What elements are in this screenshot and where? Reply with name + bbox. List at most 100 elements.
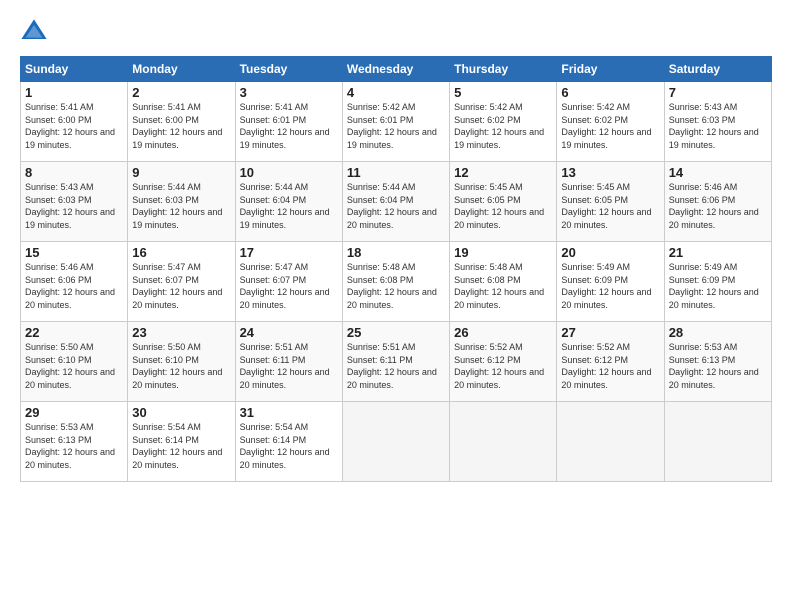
day-info: Sunrise: 5:50 AMSunset: 6:10 PMDaylight:… xyxy=(25,342,115,390)
day-number: 10 xyxy=(240,165,338,180)
day-info: Sunrise: 5:51 AMSunset: 6:11 PMDaylight:… xyxy=(347,342,437,390)
day-info: Sunrise: 5:53 AMSunset: 6:13 PMDaylight:… xyxy=(669,342,759,390)
calendar-cell: 10 Sunrise: 5:44 AMSunset: 6:04 PMDaylig… xyxy=(235,162,342,242)
calendar-cell: 1 Sunrise: 5:41 AMSunset: 6:00 PMDayligh… xyxy=(21,82,128,162)
day-info: Sunrise: 5:48 AMSunset: 6:08 PMDaylight:… xyxy=(347,262,437,310)
day-number: 14 xyxy=(669,165,767,180)
day-info: Sunrise: 5:48 AMSunset: 6:08 PMDaylight:… xyxy=(454,262,544,310)
day-number: 23 xyxy=(132,325,230,340)
day-number: 4 xyxy=(347,85,445,100)
day-info: Sunrise: 5:46 AMSunset: 6:06 PMDaylight:… xyxy=(669,182,759,230)
header-saturday: Saturday xyxy=(664,57,771,82)
week-row-3: 22 Sunrise: 5:50 AMSunset: 6:10 PMDaylig… xyxy=(21,322,772,402)
calendar-cell: 17 Sunrise: 5:47 AMSunset: 6:07 PMDaylig… xyxy=(235,242,342,322)
calendar-cell: 27 Sunrise: 5:52 AMSunset: 6:12 PMDaylig… xyxy=(557,322,664,402)
day-info: Sunrise: 5:42 AMSunset: 6:02 PMDaylight:… xyxy=(454,102,544,150)
calendar-cell: 23 Sunrise: 5:50 AMSunset: 6:10 PMDaylig… xyxy=(128,322,235,402)
day-number: 24 xyxy=(240,325,338,340)
day-info: Sunrise: 5:44 AMSunset: 6:03 PMDaylight:… xyxy=(132,182,222,230)
calendar-table: SundayMondayTuesdayWednesdayThursdayFrid… xyxy=(20,56,772,482)
day-number: 6 xyxy=(561,85,659,100)
day-info: Sunrise: 5:54 AMSunset: 6:14 PMDaylight:… xyxy=(132,422,222,470)
day-info: Sunrise: 5:45 AMSunset: 6:05 PMDaylight:… xyxy=(454,182,544,230)
calendar-cell xyxy=(557,402,664,482)
calendar-cell: 16 Sunrise: 5:47 AMSunset: 6:07 PMDaylig… xyxy=(128,242,235,322)
calendar-cell xyxy=(450,402,557,482)
day-info: Sunrise: 5:47 AMSunset: 6:07 PMDaylight:… xyxy=(132,262,222,310)
calendar-cell: 26 Sunrise: 5:52 AMSunset: 6:12 PMDaylig… xyxy=(450,322,557,402)
calendar-cell: 8 Sunrise: 5:43 AMSunset: 6:03 PMDayligh… xyxy=(21,162,128,242)
day-info: Sunrise: 5:41 AMSunset: 6:00 PMDaylight:… xyxy=(132,102,222,150)
calendar-cell xyxy=(664,402,771,482)
day-info: Sunrise: 5:41 AMSunset: 6:00 PMDaylight:… xyxy=(25,102,115,150)
logo-icon xyxy=(20,18,48,46)
header-friday: Friday xyxy=(557,57,664,82)
calendar-cell: 20 Sunrise: 5:49 AMSunset: 6:09 PMDaylig… xyxy=(557,242,664,322)
day-number: 30 xyxy=(132,405,230,420)
day-info: Sunrise: 5:49 AMSunset: 6:09 PMDaylight:… xyxy=(561,262,651,310)
header-monday: Monday xyxy=(128,57,235,82)
calendar-cell: 19 Sunrise: 5:48 AMSunset: 6:08 PMDaylig… xyxy=(450,242,557,322)
day-number: 9 xyxy=(132,165,230,180)
calendar-cell: 5 Sunrise: 5:42 AMSunset: 6:02 PMDayligh… xyxy=(450,82,557,162)
day-info: Sunrise: 5:53 AMSunset: 6:13 PMDaylight:… xyxy=(25,422,115,470)
day-info: Sunrise: 5:43 AMSunset: 6:03 PMDaylight:… xyxy=(25,182,115,230)
day-number: 1 xyxy=(25,85,123,100)
day-number: 17 xyxy=(240,245,338,260)
day-info: Sunrise: 5:47 AMSunset: 6:07 PMDaylight:… xyxy=(240,262,330,310)
page: SundayMondayTuesdayWednesdayThursdayFrid… xyxy=(0,0,792,612)
day-number: 21 xyxy=(669,245,767,260)
calendar-cell: 3 Sunrise: 5:41 AMSunset: 6:01 PMDayligh… xyxy=(235,82,342,162)
calendar-cell: 28 Sunrise: 5:53 AMSunset: 6:13 PMDaylig… xyxy=(664,322,771,402)
day-info: Sunrise: 5:52 AMSunset: 6:12 PMDaylight:… xyxy=(454,342,544,390)
day-info: Sunrise: 5:44 AMSunset: 6:04 PMDaylight:… xyxy=(240,182,330,230)
calendar-cell: 30 Sunrise: 5:54 AMSunset: 6:14 PMDaylig… xyxy=(128,402,235,482)
day-info: Sunrise: 5:43 AMSunset: 6:03 PMDaylight:… xyxy=(669,102,759,150)
day-info: Sunrise: 5:54 AMSunset: 6:14 PMDaylight:… xyxy=(240,422,330,470)
day-info: Sunrise: 5:52 AMSunset: 6:12 PMDaylight:… xyxy=(561,342,651,390)
day-info: Sunrise: 5:41 AMSunset: 6:01 PMDaylight:… xyxy=(240,102,330,150)
day-info: Sunrise: 5:45 AMSunset: 6:05 PMDaylight:… xyxy=(561,182,651,230)
calendar-cell: 18 Sunrise: 5:48 AMSunset: 6:08 PMDaylig… xyxy=(342,242,449,322)
day-number: 7 xyxy=(669,85,767,100)
day-number: 29 xyxy=(25,405,123,420)
day-info: Sunrise: 5:42 AMSunset: 6:01 PMDaylight:… xyxy=(347,102,437,150)
day-number: 18 xyxy=(347,245,445,260)
day-number: 19 xyxy=(454,245,552,260)
header-tuesday: Tuesday xyxy=(235,57,342,82)
calendar-cell: 15 Sunrise: 5:46 AMSunset: 6:06 PMDaylig… xyxy=(21,242,128,322)
week-row-2: 15 Sunrise: 5:46 AMSunset: 6:06 PMDaylig… xyxy=(21,242,772,322)
day-info: Sunrise: 5:42 AMSunset: 6:02 PMDaylight:… xyxy=(561,102,651,150)
day-number: 3 xyxy=(240,85,338,100)
header-wednesday: Wednesday xyxy=(342,57,449,82)
calendar-cell: 31 Sunrise: 5:54 AMSunset: 6:14 PMDaylig… xyxy=(235,402,342,482)
day-number: 27 xyxy=(561,325,659,340)
calendar-cell: 14 Sunrise: 5:46 AMSunset: 6:06 PMDaylig… xyxy=(664,162,771,242)
day-info: Sunrise: 5:49 AMSunset: 6:09 PMDaylight:… xyxy=(669,262,759,310)
calendar-cell: 2 Sunrise: 5:41 AMSunset: 6:00 PMDayligh… xyxy=(128,82,235,162)
calendar-cell: 12 Sunrise: 5:45 AMSunset: 6:05 PMDaylig… xyxy=(450,162,557,242)
day-number: 5 xyxy=(454,85,552,100)
day-number: 2 xyxy=(132,85,230,100)
week-row-0: 1 Sunrise: 5:41 AMSunset: 6:00 PMDayligh… xyxy=(21,82,772,162)
calendar-cell: 11 Sunrise: 5:44 AMSunset: 6:04 PMDaylig… xyxy=(342,162,449,242)
calendar-cell: 25 Sunrise: 5:51 AMSunset: 6:11 PMDaylig… xyxy=(342,322,449,402)
logo xyxy=(20,18,52,46)
calendar-cell: 22 Sunrise: 5:50 AMSunset: 6:10 PMDaylig… xyxy=(21,322,128,402)
calendar-cell: 29 Sunrise: 5:53 AMSunset: 6:13 PMDaylig… xyxy=(21,402,128,482)
header xyxy=(20,18,772,46)
day-number: 15 xyxy=(25,245,123,260)
calendar-cell: 4 Sunrise: 5:42 AMSunset: 6:01 PMDayligh… xyxy=(342,82,449,162)
day-number: 12 xyxy=(454,165,552,180)
calendar-cell xyxy=(342,402,449,482)
week-row-4: 29 Sunrise: 5:53 AMSunset: 6:13 PMDaylig… xyxy=(21,402,772,482)
day-info: Sunrise: 5:46 AMSunset: 6:06 PMDaylight:… xyxy=(25,262,115,310)
header-row: SundayMondayTuesdayWednesdayThursdayFrid… xyxy=(21,57,772,82)
day-number: 25 xyxy=(347,325,445,340)
day-number: 26 xyxy=(454,325,552,340)
calendar-cell: 13 Sunrise: 5:45 AMSunset: 6:05 PMDaylig… xyxy=(557,162,664,242)
header-thursday: Thursday xyxy=(450,57,557,82)
day-number: 11 xyxy=(347,165,445,180)
day-number: 22 xyxy=(25,325,123,340)
calendar-cell: 7 Sunrise: 5:43 AMSunset: 6:03 PMDayligh… xyxy=(664,82,771,162)
